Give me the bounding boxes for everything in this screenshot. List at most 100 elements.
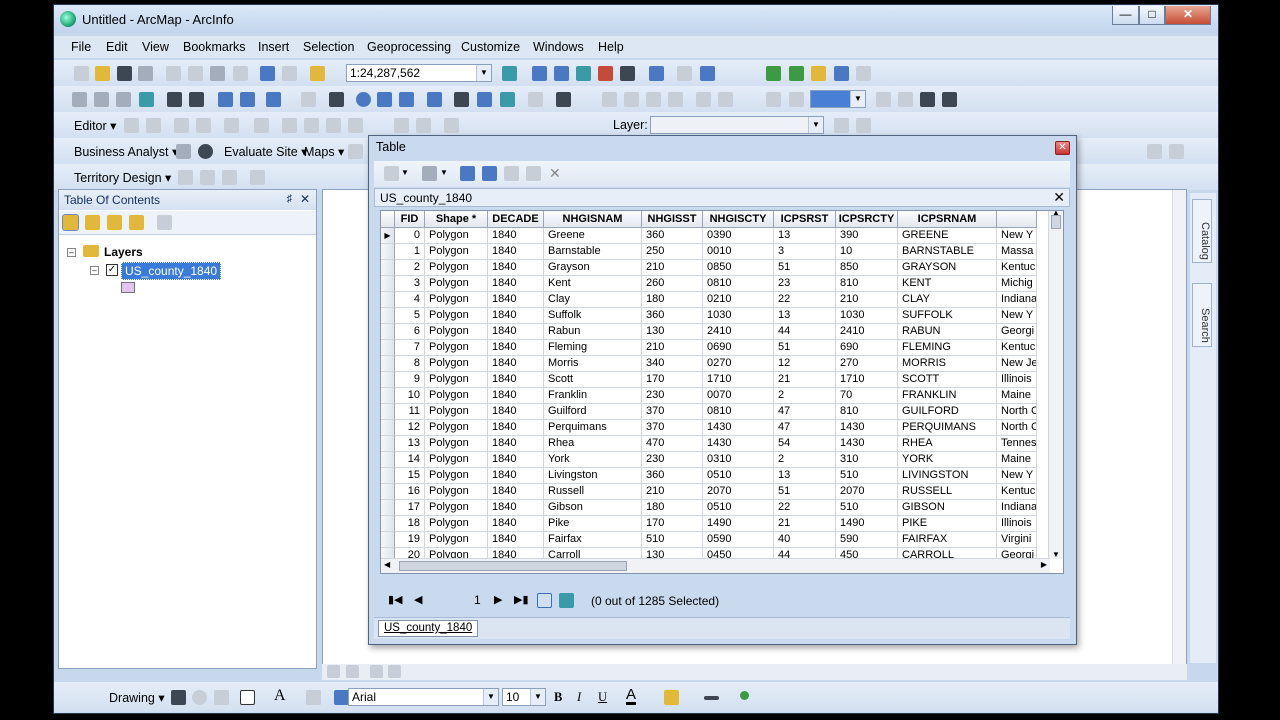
table-cell[interactable]: Polygon bbox=[425, 228, 488, 244]
column-header[interactable]: NHGISST bbox=[642, 211, 703, 228]
table-cell[interactable]: CLAY bbox=[898, 292, 997, 308]
table-cell[interactable]: Polygon bbox=[425, 372, 488, 388]
editor-menu[interactable]: Editor ▾ bbox=[74, 118, 116, 133]
row-selector[interactable] bbox=[381, 484, 395, 500]
table-cell[interactable]: 70 bbox=[836, 388, 898, 404]
scroll-right-icon[interactable]: ▶ bbox=[1041, 560, 1047, 569]
row-selector[interactable] bbox=[381, 324, 395, 340]
map-vertical-scrollbar[interactable] bbox=[1172, 190, 1186, 664]
column-header[interactable]: NHGISCTY bbox=[703, 211, 774, 228]
table-cell[interactable]: 1430 bbox=[836, 436, 898, 452]
row-selector[interactable] bbox=[381, 276, 395, 292]
row-selector-header[interactable] bbox=[381, 211, 395, 228]
font-color-icon[interactable]: A bbox=[626, 687, 637, 705]
table-cell[interactable]: 850 bbox=[836, 260, 898, 276]
table-cell[interactable]: Rhea bbox=[544, 436, 642, 452]
table-row[interactable]: 10 Polygon 1840 Franklin 230 0070 2 70 FRANKLIN M… bbox=[381, 388, 1037, 404]
row-selector[interactable] bbox=[381, 532, 395, 548]
new-text-icon[interactable]: A bbox=[274, 687, 286, 705]
table-cell[interactable]: 51 bbox=[774, 340, 836, 356]
table-cell[interactable]: New Y bbox=[997, 468, 1037, 484]
table-cell[interactable]: SCOTT bbox=[898, 372, 997, 388]
table-row[interactable]: 18 Polygon 1840 Pike 170 1490 21 1490 PIKE Illino… bbox=[381, 516, 1037, 532]
current-row-indicator[interactable]: ▶ bbox=[381, 228, 395, 244]
hyperlink-icon[interactable] bbox=[377, 92, 392, 107]
table-cell[interactable]: RABUN bbox=[898, 324, 997, 340]
table-row[interactable]: 5 Polygon 1840 Suffolk 360 1030 13 1030 SUFFOLK N… bbox=[381, 308, 1037, 324]
data-view-button-icon[interactable] bbox=[327, 665, 340, 678]
table-row[interactable]: 15 Polygon 1840 Livingston 360 0510 13 510 LIVIN… bbox=[381, 468, 1037, 484]
table-cell[interactable]: Polygon bbox=[425, 436, 488, 452]
table-cell[interactable]: Polygon bbox=[425, 324, 488, 340]
table-cell[interactable]: Polygon bbox=[425, 468, 488, 484]
territory-home-icon[interactable] bbox=[200, 170, 215, 185]
table-cell[interactable]: Polygon bbox=[425, 532, 488, 548]
table-row[interactable]: 6 Polygon 1840 Rabun 130 2410 44 2410 RABUN Georg… bbox=[381, 324, 1037, 340]
table-cell[interactable]: Maine bbox=[997, 452, 1037, 468]
ba-report-icon[interactable] bbox=[348, 144, 363, 159]
table-cell[interactable]: 1840 bbox=[488, 516, 544, 532]
copy-icon[interactable] bbox=[188, 66, 203, 81]
table-cell[interactable]: 10 bbox=[836, 244, 898, 260]
table-cell[interactable]: 21 bbox=[774, 372, 836, 388]
table-cell[interactable]: 11 bbox=[395, 404, 425, 420]
table-cell[interactable]: BARNSTABLE bbox=[898, 244, 997, 260]
table-cell[interactable]: 12 bbox=[774, 356, 836, 372]
table-cell[interactable]: 2410 bbox=[836, 324, 898, 340]
table-cell[interactable]: Greene bbox=[544, 228, 642, 244]
menu-customize[interactable]: Customize bbox=[461, 40, 520, 54]
territory-tool-icon[interactable] bbox=[178, 170, 193, 185]
table-cell[interactable]: 1840 bbox=[488, 404, 544, 420]
table-row[interactable]: 7 Polygon 1840 Fleming 210 0690 51 690 FLEMING Ke… bbox=[381, 340, 1037, 356]
table-cell[interactable]: LIVINGSTON bbox=[898, 468, 997, 484]
map-scale-combo[interactable]: 1:24,287,562 ▼ bbox=[346, 64, 492, 82]
table-row[interactable]: 1 Polygon 1840 Barnstable 250 0010 3 10 BARNSTAB… bbox=[381, 244, 1037, 260]
table-cell[interactable]: 44 bbox=[774, 324, 836, 340]
table-cell[interactable]: Russell bbox=[544, 484, 642, 500]
options-icon[interactable] bbox=[157, 215, 172, 230]
table-cell[interactable]: GUILFORD bbox=[898, 404, 997, 420]
table-cell[interactable]: 1840 bbox=[488, 420, 544, 436]
table-cell[interactable]: 13 bbox=[774, 228, 836, 244]
table-cell[interactable]: 4 bbox=[395, 292, 425, 308]
zoom-whole-page-icon[interactable] bbox=[214, 690, 229, 705]
table-cell[interactable]: Illinois bbox=[997, 372, 1037, 388]
table-cell[interactable]: 1840 bbox=[488, 340, 544, 356]
table-cell[interactable]: 1430 bbox=[703, 420, 774, 436]
row-selector[interactable] bbox=[381, 388, 395, 404]
refresh-view-icon[interactable] bbox=[370, 665, 383, 678]
table-cell[interactable]: 15 bbox=[395, 468, 425, 484]
table-cell[interactable]: 1840 bbox=[488, 452, 544, 468]
table-cell[interactable]: 2 bbox=[774, 452, 836, 468]
table-row[interactable]: 14 Polygon 1840 York 230 0310 2 310 YORK Maine bbox=[381, 452, 1037, 468]
table-cell[interactable]: FRANKLIN bbox=[898, 388, 997, 404]
open-folder-icon[interactable] bbox=[95, 66, 110, 81]
table-cell[interactable]: 8 bbox=[395, 356, 425, 372]
table-cell[interactable]: 1430 bbox=[703, 436, 774, 452]
pause-drawing-icon[interactable] bbox=[388, 665, 401, 678]
table-cell[interactable]: 360 bbox=[642, 468, 703, 484]
font-size-combo[interactable]: 10 ▼ bbox=[502, 688, 546, 706]
select-by-attributes-icon[interactable] bbox=[460, 166, 475, 181]
rectangle-icon[interactable] bbox=[240, 690, 255, 705]
table-cell[interactable]: Indiana bbox=[997, 500, 1037, 516]
table-cell[interactable]: 1840 bbox=[488, 436, 544, 452]
territory-share-icon[interactable] bbox=[222, 170, 237, 185]
table-cell[interactable]: Polygon bbox=[425, 260, 488, 276]
table-cell[interactable]: 180 bbox=[642, 292, 703, 308]
zoom-out-icon[interactable] bbox=[94, 92, 109, 107]
show-selected-records-icon[interactable] bbox=[559, 593, 574, 608]
table-cell[interactable]: Kentuc bbox=[997, 484, 1037, 500]
table-vertical-scrollbar[interactable]: ▲ ▼ bbox=[1048, 211, 1063, 559]
table-cell[interactable]: 340 bbox=[642, 356, 703, 372]
table-cell[interactable]: 14 bbox=[395, 452, 425, 468]
table-cell[interactable]: Fleming bbox=[544, 340, 642, 356]
table-cell[interactable]: 10 bbox=[395, 388, 425, 404]
layout-grid-icon[interactable] bbox=[834, 66, 849, 81]
table-cell[interactable]: Massa bbox=[997, 244, 1037, 260]
table-cell[interactable]: FLEMING bbox=[898, 340, 997, 356]
list-by-visibility-icon[interactable] bbox=[107, 215, 122, 230]
table-cell[interactable]: 5 bbox=[395, 308, 425, 324]
list-icon[interactable] bbox=[856, 66, 871, 81]
zoom-in-icon[interactable] bbox=[72, 92, 87, 107]
